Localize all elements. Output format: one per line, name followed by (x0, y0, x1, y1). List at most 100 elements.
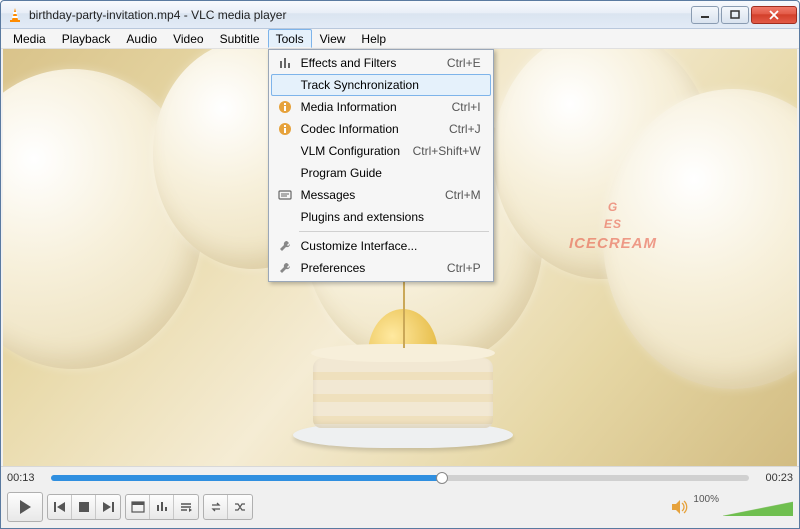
video-content (283, 338, 523, 448)
wrench-icon (275, 238, 295, 254)
vlc-cone-icon (7, 7, 23, 23)
blank-icon (275, 209, 295, 225)
volume-percent: 100% (693, 494, 719, 505)
minimize-button[interactable] (691, 6, 719, 24)
extended-settings-button[interactable] (150, 495, 174, 519)
menu-label: Help (361, 32, 386, 46)
button-row: 100% (7, 491, 793, 524)
fullscreen-button[interactable] (126, 495, 150, 519)
seek-thumb[interactable] (436, 472, 448, 484)
menu-vlm-configuration[interactable]: VLM Configuration Ctrl+Shift+W (271, 140, 491, 162)
menu-label: Playback (62, 32, 111, 46)
next-button[interactable] (96, 495, 120, 519)
blank-icon (275, 165, 295, 181)
menu-codec-information[interactable]: Codec Information Ctrl+J (271, 118, 491, 140)
menu-video[interactable]: Video (165, 29, 211, 48)
menu-label: Video (173, 32, 203, 46)
menu-item-shortcut: Ctrl+M (445, 186, 487, 204)
skip-forward-icon (101, 501, 115, 513)
window-title: birthday-party-invitation.mp4 - VLC medi… (29, 8, 691, 22)
volume-slider[interactable] (723, 498, 793, 516)
menu-preferences[interactable]: Preferences Ctrl+P (271, 257, 491, 279)
stop-button[interactable] (72, 495, 96, 519)
menu-item-label: Effects and Filters (295, 54, 447, 72)
menu-media[interactable]: Media (5, 29, 54, 48)
wrench-icon (275, 260, 295, 276)
menu-subtitle[interactable]: Subtitle (212, 29, 268, 48)
stop-icon (78, 501, 90, 513)
playlist-button[interactable] (174, 495, 198, 519)
menubar: Media Playback Audio Video Subtitle Tool… (1, 29, 799, 49)
seek-slider[interactable] (51, 472, 749, 484)
menu-help[interactable]: Help (353, 29, 394, 48)
close-button[interactable] (751, 6, 797, 24)
menu-separator (299, 231, 489, 232)
tools-dropdown: Effects and Filters Ctrl+E Track Synchro… (268, 49, 494, 282)
menu-track-synchronization[interactable]: Track Synchronization (271, 74, 491, 96)
menu-label: Subtitle (220, 32, 260, 46)
play-button[interactable] (7, 492, 43, 522)
mode-group (203, 494, 253, 520)
menu-item-label: Messages (295, 186, 445, 204)
equalizer-icon (155, 501, 169, 513)
menu-messages[interactable]: Messages Ctrl+M (271, 184, 491, 206)
menu-effects-and-filters[interactable]: Effects and Filters Ctrl+E (271, 52, 491, 74)
loop-icon (209, 501, 223, 513)
total-time[interactable]: 00:23 (755, 472, 793, 484)
menu-item-label: Plugins and extensions (295, 208, 481, 226)
menu-item-label: Codec Information (295, 120, 449, 138)
shuffle-icon (233, 501, 247, 513)
menu-playback[interactable]: Playback (54, 29, 119, 48)
menu-item-label: Track Synchronization (295, 76, 481, 94)
blank-icon (275, 77, 295, 93)
play-icon (18, 499, 32, 515)
info-icon (275, 121, 295, 137)
overlay-line: ES (569, 216, 657, 233)
seek-fill (51, 475, 442, 481)
controls-panel: 00:13 00:23 (1, 466, 799, 528)
menu-item-shortcut: Ctrl+Shift+W (413, 142, 487, 160)
menu-tools[interactable]: Tools Effects and Filters Ctrl+E Track S… (268, 29, 312, 48)
previous-button[interactable] (48, 495, 72, 519)
fullscreen-icon (131, 501, 145, 513)
menu-customize-interface[interactable]: Customize Interface... (271, 235, 491, 257)
menu-label: View (320, 32, 346, 46)
app-window: birthday-party-invitation.mp4 - VLC medi… (0, 0, 800, 529)
video-overlay-text: G ES ICECREAM (569, 199, 657, 254)
menu-item-label: VLM Configuration (295, 142, 413, 160)
menu-media-information[interactable]: Media Information Ctrl+I (271, 96, 491, 118)
menu-label: Audio (126, 32, 157, 46)
speaker-icon[interactable] (671, 499, 689, 515)
window-controls (691, 6, 797, 24)
messages-icon (275, 187, 295, 203)
equalizer-icon (275, 55, 295, 71)
menu-label: Media (13, 32, 46, 46)
info-icon (275, 99, 295, 115)
shuffle-button[interactable] (228, 495, 252, 519)
menu-item-shortcut: Ctrl+P (447, 259, 487, 277)
menu-item-label: Customize Interface... (295, 237, 481, 255)
overlay-line: ICECREAM (569, 233, 657, 254)
skip-group (47, 494, 121, 520)
overlay-line: G (569, 199, 657, 216)
menu-program-guide[interactable]: Program Guide (271, 162, 491, 184)
elapsed-time[interactable]: 00:13 (7, 472, 45, 484)
skip-back-icon (53, 501, 67, 513)
menu-audio[interactable]: Audio (118, 29, 165, 48)
playlist-icon (179, 501, 193, 513)
menu-item-label: Preferences (295, 259, 447, 277)
maximize-button[interactable] (721, 6, 749, 24)
time-row: 00:13 00:23 (7, 469, 793, 487)
menu-label: Tools (276, 32, 304, 46)
menu-item-label: Program Guide (295, 164, 481, 182)
menu-item-shortcut: Ctrl+I (452, 98, 487, 116)
loop-button[interactable] (204, 495, 228, 519)
menu-item-shortcut: Ctrl+J (449, 120, 487, 138)
volume-control: 100% (671, 498, 793, 516)
menu-item-shortcut: Ctrl+E (447, 54, 487, 72)
menu-plugins-extensions[interactable]: Plugins and extensions (271, 206, 491, 228)
titlebar: birthday-party-invitation.mp4 - VLC medi… (1, 1, 799, 29)
menu-view[interactable]: View (312, 29, 354, 48)
view-group (125, 494, 199, 520)
menu-item-label: Media Information (295, 98, 452, 116)
